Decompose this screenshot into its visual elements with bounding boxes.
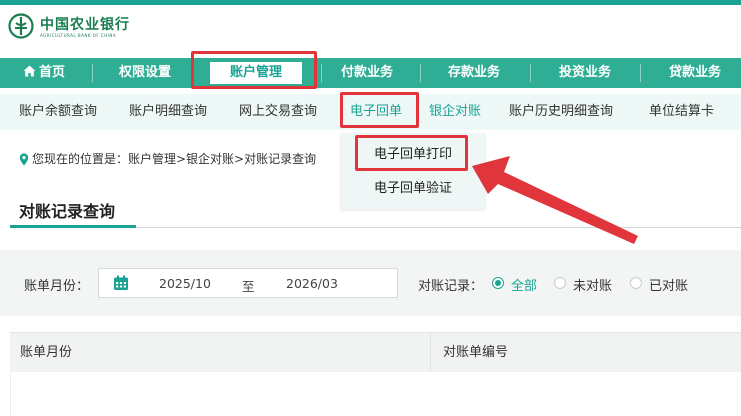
month-range-picker[interactable]: 2025/10 至 2026/03 [98,268,398,298]
radio-unreconciled[interactable] [554,277,566,289]
table-body [10,372,741,416]
range-separator: 至 [242,279,255,294]
nav-item-deposits[interactable]: 存款业务 [432,58,516,88]
subnav-item-balance[interactable]: 账户余额查询 [19,94,97,130]
nav-divider [420,64,421,82]
breadcrumb-text: 您现在的位置是：账户管理>银企对账>对账记录查询 [32,152,317,166]
bank-name-en: AGRICULTURAL BANK OF CHINA [40,33,117,38]
highlight-box-e-receipt [340,92,419,128]
radio-label-unreconciled[interactable]: 未对账 [573,275,612,294]
radio-label-all[interactable]: 全部 [511,275,537,294]
abc-logo-icon [8,13,34,39]
nav-item-payments[interactable]: 付款业务 [325,58,409,88]
end-month-value[interactable]: 2026/03 [286,276,338,291]
title-underline [10,225,136,228]
start-month-value[interactable]: 2025/10 [159,276,211,291]
calendar-icon [114,275,128,290]
table-header: 账单月份 对账单编号 [10,332,741,373]
home-icon [23,65,36,77]
nav-item-investments[interactable]: 投资业务 [543,58,627,88]
subnav-item-settlement-card[interactable]: 单位结算卡 [649,94,714,130]
nav-label-home: 首页 [38,65,65,80]
location-pin-icon [19,153,29,166]
radio-label-reconciled[interactable]: 已对账 [649,275,688,294]
filter-bar: 账单月份： 2025/10 至 2026/03 对账记录： 全部 未对账 已对账 [0,250,741,316]
subnav-item-reconciliation[interactable]: 银企对账 [429,94,481,130]
subnav-item-online-transactions[interactable]: 网上交易查询 [239,94,317,130]
highlight-box-account-management [191,51,317,89]
nav-item-loans[interactable]: 贷款业务 [653,58,737,88]
radio-reconciled[interactable] [630,277,642,289]
nav-divider [92,64,93,82]
nav-divider [321,64,322,82]
subnav-item-history-details[interactable]: 账户历史明细查询 [509,94,613,130]
column-header-month: 账单月份 [20,345,73,360]
radio-all[interactable] [492,277,504,289]
main-nav: 首页 权限设置 付款业务 存款业务 投资业务 贷款业务 [0,58,741,88]
page-title: 对账记录查询 [19,202,116,221]
highlight-box-print-receipt [355,135,468,171]
nav-divider [640,64,641,82]
bank-logo[interactable]: 中国农业银行 AGRICULTURAL BANK OF CHINA [8,13,148,45]
top-accent-bar [0,0,741,5]
nav-divider [530,64,531,82]
subnav-item-details[interactable]: 账户明细查询 [129,94,207,130]
record-label: 对账记录： [418,279,484,294]
pointer-arrow-icon [472,156,638,244]
column-divider [430,333,431,373]
column-header-statement-no: 对账单编号 [443,345,509,360]
nav-item-permissions[interactable]: 权限设置 [103,58,187,88]
dropdown-item-verify-receipt[interactable]: 电子回单验证 [341,171,485,207]
breadcrumb: 您现在的位置是：账户管理>银企对账>对账记录查询 [19,150,316,168]
nav-item-home[interactable]: 首页 [14,58,74,88]
bank-name-cn: 中国农业银行 [40,17,130,33]
month-label: 账单月份： [24,279,90,294]
